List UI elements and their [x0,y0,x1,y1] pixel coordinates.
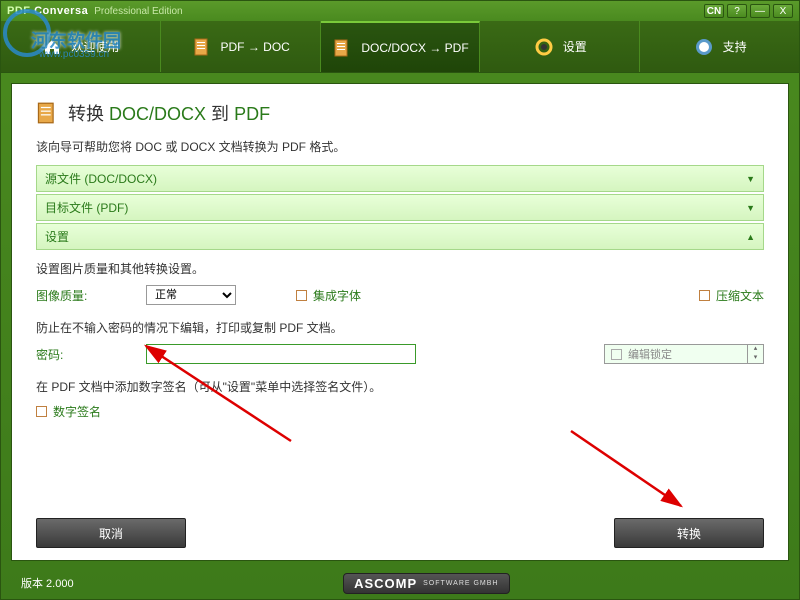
spin-up-icon[interactable]: ▴ [747,345,763,354]
checkbox-icon [699,290,710,301]
tab-label: 设置 [563,38,587,55]
embed-font-checkbox[interactable]: 集成字体 [296,287,361,304]
minimize-button[interactable]: — [750,4,770,18]
edit-lock-spinner[interactable]: 编辑锁定 ▴▾ [604,344,764,364]
app-window: PDF Conversa Professional Edition CN ? —… [0,0,800,600]
checkbox-icon [296,290,307,301]
doc-icon [331,37,353,59]
spin-down-icon[interactable]: ▾ [747,354,763,363]
chevron-up-icon: ▲ [746,232,755,242]
action-bar: 取消 转换 [36,506,764,548]
accordion-settings[interactable]: 设置▲ [36,223,764,250]
password-input[interactable] [146,344,416,364]
app-brand: PDF Conversa [7,5,88,17]
chevron-down-icon: ▼ [746,203,755,213]
tab-label: 欢迎使用 [71,38,119,55]
password-label: 密码: [36,346,146,363]
checkbox-icon [611,349,622,360]
help-icon [693,36,715,58]
checkbox-icon [36,406,47,417]
cancel-button[interactable]: 取消 [36,518,186,548]
gear-icon [533,36,555,58]
settings-desc: 设置图片质量和其他转换设置。 [36,260,764,277]
tab-welcome[interactable]: 欢迎使用 [1,21,161,72]
accordion-source[interactable]: 源文件 (DOC/DOCX)▼ [36,165,764,192]
doc-icon [191,36,213,58]
page-title: 转换 DOC/DOCX 到 PDF [36,100,764,126]
language-button[interactable]: CN [704,4,724,18]
compress-checkbox[interactable]: 压缩文本 [699,287,764,304]
tab-label: PDF → DOC [221,40,290,54]
doc-icon [36,102,58,124]
help-button[interactable]: ? [727,4,747,18]
signature-desc: 在 PDF 文档中添加数字签名（可从"设置"菜单中选择签名文件）。 [36,378,764,395]
tab-doc-to-pdf[interactable]: DOC/DOCX → PDF [321,21,481,72]
home-icon [41,36,63,58]
titlebar: PDF Conversa Professional Edition CN ? —… [1,1,799,21]
tab-bar: 欢迎使用 PDF → DOC DOC/DOCX → PDF 设置 支持 [1,21,799,73]
company-logo: ASCOMPSOFTWARE GMBH [343,573,509,594]
tab-support[interactable]: 支持 [640,21,799,72]
tab-label: DOC/DOCX → PDF [361,41,468,55]
footer: 版本 2.000 ASCOMPSOFTWARE GMBH [1,567,799,599]
content-panel: 转换 DOC/DOCX 到 PDF 该向导可帮助您将 DOC 或 DOCX 文档… [11,83,789,561]
close-button[interactable]: X [773,4,793,18]
edition-label: Professional Edition [94,6,182,17]
version-label: 版本 2.000 [21,575,74,591]
tab-pdf-to-doc[interactable]: PDF → DOC [161,21,321,72]
tab-label: 支持 [723,38,747,55]
protect-desc: 防止在不输入密码的情况下编辑，打印或复制 PDF 文档。 [36,319,764,336]
accordion-target[interactable]: 目标文件 (PDF)▼ [36,194,764,221]
settings-section: 设置图片质量和其他转换设置。 图像质量: 正常 集成字体 压缩文本 防止在不输入… [36,252,764,432]
quality-select[interactable]: 正常 [146,285,236,305]
quality-label: 图像质量: [36,287,146,304]
page-subtitle: 该向导可帮助您将 DOC 或 DOCX 文档转换为 PDF 格式。 [36,138,764,155]
chevron-down-icon: ▼ [746,174,755,184]
digital-signature-checkbox[interactable]: 数字签名 [36,403,101,420]
tab-settings[interactable]: 设置 [480,21,640,72]
convert-button[interactable]: 转换 [614,518,764,548]
